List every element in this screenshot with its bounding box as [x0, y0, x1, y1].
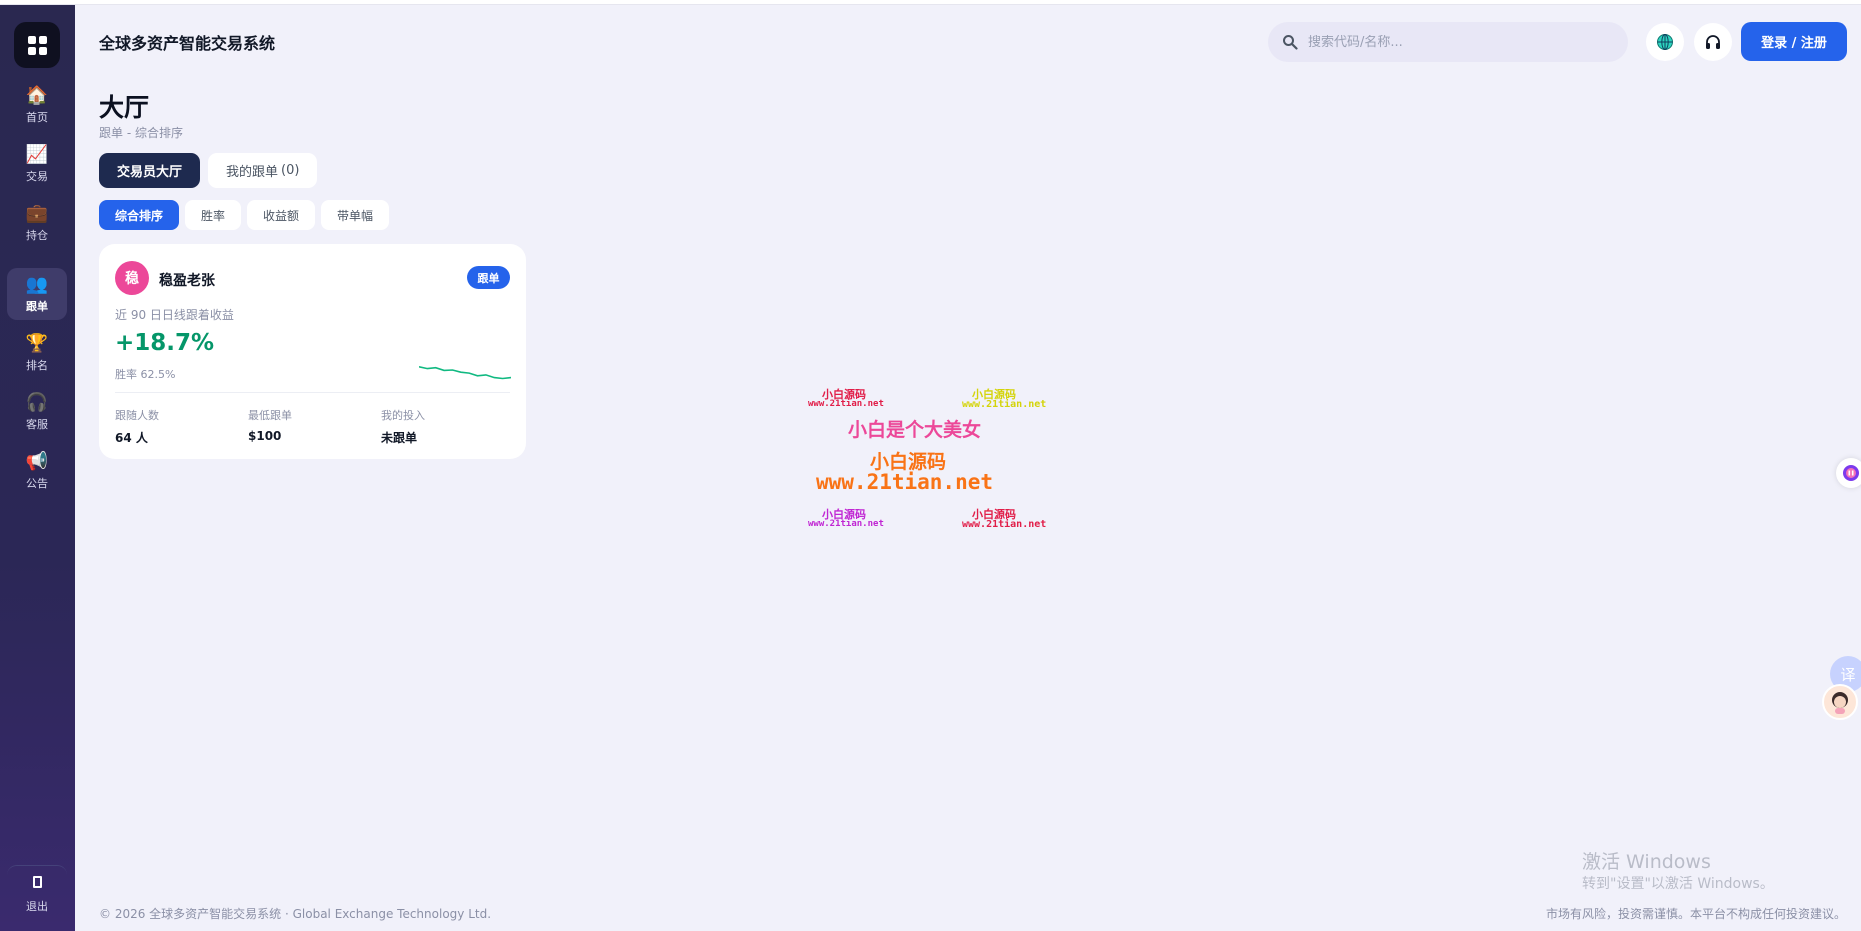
win-rate: 胜率 62.5% — [115, 368, 176, 381]
tab-trader-hall[interactable]: 交易员大厅 — [99, 153, 201, 188]
return-sparkline — [419, 366, 511, 380]
return-label: 近 90 日日线跟着收益 — [115, 308, 234, 322]
watermark-url: www.21tian.net — [808, 519, 884, 529]
sidebar-item-label: 首页 — [26, 111, 48, 124]
assistant-avatar-icon — [1832, 692, 1848, 714]
search-input[interactable] — [1308, 34, 1598, 50]
globe-icon — [1657, 34, 1673, 50]
support-button[interactable] — [1694, 23, 1732, 61]
stat-min-copy: 最低跟单 $100 — [248, 407, 292, 443]
megaphone-icon: 📢 — [25, 451, 49, 472]
sidebar-item-announcements[interactable]: 📢 公告 — [7, 445, 67, 497]
sidebar-item-home[interactable]: 🏠 首页 — [7, 79, 67, 131]
breadcrumb: 跟单 - 综合排序 — [99, 126, 183, 140]
assistant-avatar-button[interactable] — [1822, 684, 1858, 720]
stat-value: $100 — [248, 429, 282, 443]
sort-overall[interactable]: 综合排序 — [99, 200, 180, 230]
sort-win-rate[interactable]: 胜率 — [185, 200, 242, 230]
sidebar-item-label: 排名 — [26, 359, 48, 372]
stat-followers: 跟随人数 64 人 — [115, 407, 159, 446]
tab-label: 交易员大厅 — [117, 165, 183, 180]
trader-name: 稳盈老张 — [159, 273, 215, 289]
logout-label: 退出 — [26, 899, 48, 913]
top-border — [0, 0, 1861, 5]
logout-button[interactable]: 退出 — [7, 865, 67, 923]
sidebar-item-support[interactable]: 🎧 客服 — [7, 386, 67, 438]
grid-icon — [27, 35, 47, 55]
sparkline-path — [419, 366, 511, 380]
return-value: +18.7% — [115, 330, 215, 356]
sidebar-item-copytrade[interactable]: 👥 跟单 — [7, 268, 67, 320]
sort-lead-range[interactable]: 带单幅 — [321, 200, 390, 230]
card-divider — [115, 392, 510, 393]
sidebar-item-ranking[interactable]: 🏆 排名 — [7, 327, 67, 379]
tab-my-copytrades[interactable]: 我的跟单 (0) — [208, 153, 318, 188]
sidebar-item-label: 交易 — [26, 170, 48, 183]
chat-bot-icon — [1843, 465, 1859, 481]
search-bar[interactable] — [1268, 22, 1628, 62]
watermark-url: www.21tian.net — [962, 519, 1047, 530]
sort-filter-bar: 综合排序 胜率 收益额 带单幅 — [99, 200, 390, 230]
language-button[interactable] — [1646, 23, 1684, 61]
home-icon: 🏠 — [25, 85, 49, 106]
tab-count: (0) — [281, 163, 300, 178]
sort-profit[interactable]: 收益额 — [247, 200, 316, 230]
page-title: 大厅 — [99, 93, 150, 122]
stat-my-investment: 我的投入 未跟单 — [381, 407, 425, 446]
briefcase-icon: 💼 — [25, 203, 49, 224]
app-logo[interactable] — [14, 22, 60, 68]
door-icon — [32, 875, 42, 888]
app-title: 全球多资产智能交易系统 — [99, 34, 276, 53]
sidebar-item-label: 跟单 — [26, 300, 48, 313]
sidebar-item-positions[interactable]: 💼 持仓 — [7, 197, 67, 249]
tab-bar: 交易员大厅 我的跟单 (0) — [99, 153, 318, 188]
stat-value: 未跟单 — [381, 431, 418, 445]
os-activation-title: 激活 Windows — [1582, 851, 1711, 873]
trader-card[interactable]: 稳 稳盈老张 跟单 近 90 日日线跟着收益 +18.7% 胜率 62.5% 跟… — [99, 244, 526, 459]
watermark-url: www.21tian.net — [962, 399, 1047, 410]
watermark-main: 小白是个大美女 — [848, 419, 982, 441]
trophy-icon: 🏆 — [25, 333, 49, 354]
follow-button[interactable]: 跟单 — [467, 266, 510, 289]
watermark-url: www.21tian.net — [808, 399, 884, 409]
avatar: 稳 — [115, 261, 149, 295]
people-icon: 👥 — [25, 274, 49, 295]
footer-disclaimer: 市场有风险，投资需谨慎。本平台不构成任何投资建议。 — [1546, 907, 1847, 921]
stat-label: 最低跟单 — [248, 409, 292, 422]
sidebar-item-label: 持仓 — [26, 229, 48, 242]
sidebar-item-label: 客服 — [26, 418, 48, 431]
chat-bot-button[interactable] — [1836, 458, 1861, 488]
headset-icon: 🎧 — [25, 392, 49, 413]
stat-label: 跟随人数 — [115, 409, 159, 422]
search-icon — [1283, 35, 1298, 50]
sidebar-item-trade[interactable]: 📈 交易 — [7, 138, 67, 190]
sidebar: 🏠 首页 📈 交易 💼 持仓 👥 跟单 🏆 排名 🎧 客服 📢 公告 退出 — [0, 5, 75, 931]
watermark: 小白源码 www.21tian.net 小白源码 www.21tian.net … — [800, 384, 1070, 554]
stat-value: 64 人 — [115, 431, 148, 445]
stat-label: 我的投入 — [381, 409, 425, 422]
login-register-button[interactable]: 登录 / 注册 — [1741, 22, 1847, 61]
headphones-icon — [1706, 35, 1720, 49]
tab-label: 我的跟单 — [226, 165, 279, 180]
sidebar-item-label: 公告 — [26, 477, 48, 490]
os-activation-subtitle: 转到"设置"以激活 Windows。 — [1582, 876, 1774, 892]
chart-icon: 📈 — [25, 144, 49, 165]
watermark-url: www.21tian.net — [816, 470, 994, 494]
footer-copyright: © 2026 全球多资产智能交易系统 · Global Exchange Tec… — [99, 907, 492, 921]
